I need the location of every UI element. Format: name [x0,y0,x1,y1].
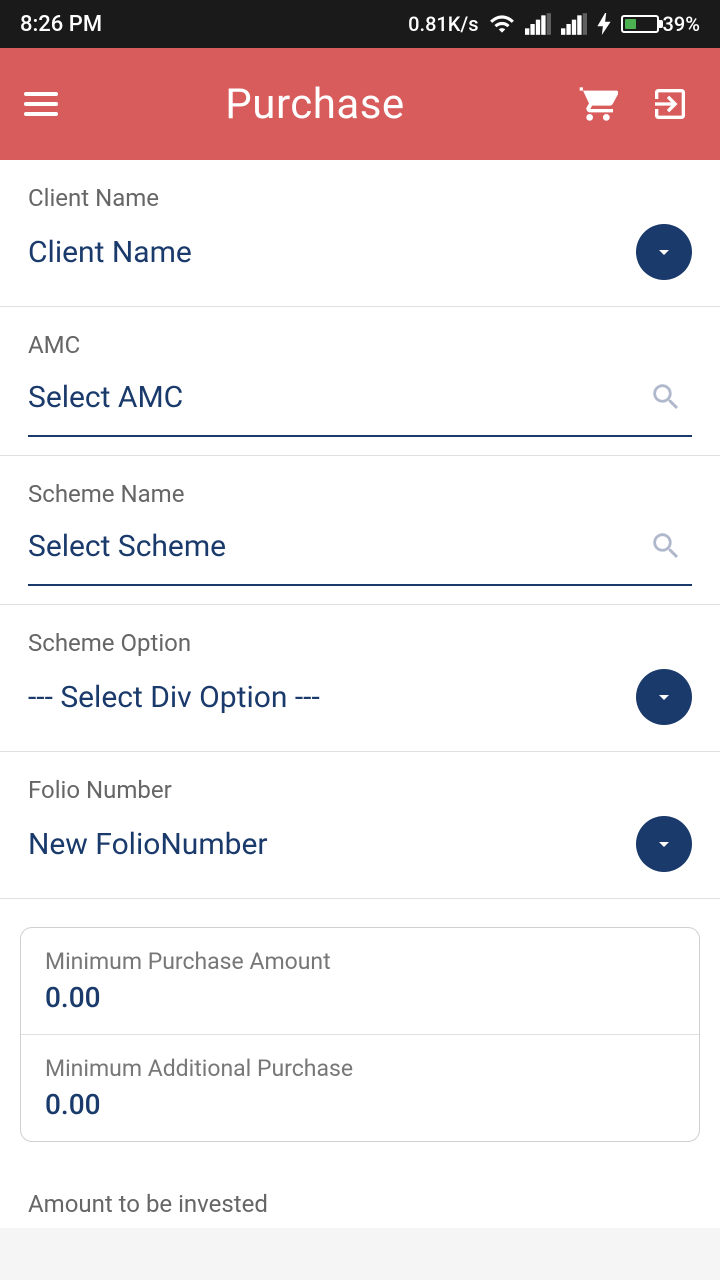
status-bar: 8:26 PM 0.81K/s [0,0,720,48]
folio-number-value: New FolioNumber [28,827,636,862]
status-time-section: 8:26 PM [20,12,102,37]
scheme-option-label: Scheme Option [28,629,692,657]
amc-value: Select AMC [28,380,640,415]
amc-section: AMC Select AMC [0,307,720,456]
page-title: Purchase [58,80,572,129]
amc-label: AMC [28,331,692,359]
client-name-value: Client Name [28,235,636,270]
amount-invested-label: Amount to be invested [0,1170,720,1228]
folio-number-row: New FolioNumber [28,816,692,880]
scheme-option-row: --- Select Div Option --- [28,669,692,733]
client-name-section: Client Name Client Name [0,160,720,307]
app-bar-actions [572,78,696,130]
min-purchase-label: Minimum Purchase Amount [45,948,675,975]
min-additional-value: 0.00 [45,1088,675,1121]
signal2-icon [561,13,587,35]
wifi-icon [489,13,515,35]
amc-row: Select AMC [28,371,692,431]
info-card: Minimum Purchase Amount 0.00 Minimum Add… [20,927,700,1142]
scheme-option-value: --- Select Div Option --- [28,680,636,715]
logout-button[interactable] [644,78,696,130]
min-purchase-value: 0.00 [45,981,675,1014]
app-bar: Purchase [0,48,720,160]
signal-icon [525,13,551,35]
scheme-name-value: Select Scheme [28,529,640,564]
network-speed: 0.81K/s [408,12,478,36]
folio-number-section: Folio Number New FolioNumber [0,752,720,899]
min-purchase-row: Minimum Purchase Amount 0.00 [21,928,699,1035]
scheme-option-section: Scheme Option --- Select Div Option --- [0,605,720,752]
status-icons-section: 0.81K/s 39% [408,12,700,36]
client-name-row: Client Name [28,224,692,288]
client-name-label: Client Name [28,184,692,212]
amount-invested-text: Amount to be invested [28,1190,268,1218]
amc-search-button[interactable] [640,371,692,423]
charging-icon [597,13,611,35]
scheme-name-section: Scheme Name Select Scheme [0,456,720,605]
menu-button[interactable] [24,92,58,116]
time-display: 8:26 PM [20,12,102,37]
battery-display: 39% [621,12,700,36]
scheme-option-dropdown[interactable] [636,669,692,725]
scheme-name-row: Select Scheme [28,520,692,580]
scheme-name-label: Scheme Name [28,480,692,508]
client-name-dropdown[interactable] [636,224,692,280]
folio-number-dropdown[interactable] [636,816,692,872]
min-additional-label: Minimum Additional Purchase [45,1055,675,1082]
scheme-search-button[interactable] [640,520,692,572]
min-additional-row: Minimum Additional Purchase 0.00 [21,1035,699,1141]
folio-number-label: Folio Number [28,776,692,804]
form-content: Client Name Client Name AMC Select AMC S… [0,160,720,1228]
battery-percent: 39% [663,12,700,36]
cart-button[interactable] [572,78,624,130]
